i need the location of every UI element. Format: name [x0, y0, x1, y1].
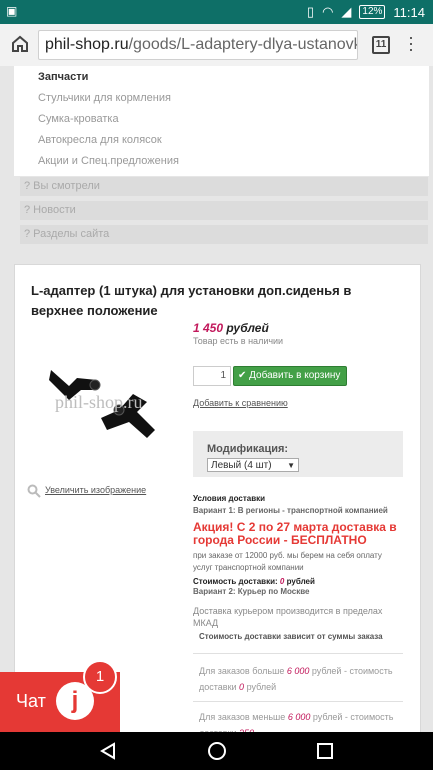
tier1-post: рублей — [246, 682, 277, 692]
modification-box: Модификация: Левый (4 шт) ▼ — [193, 431, 403, 477]
tier1-amount: 6 000 — [286, 666, 310, 676]
tier1-cost: 0 — [239, 682, 245, 692]
magnifier-icon[interactable] — [27, 484, 41, 498]
section-news[interactable]: ? Новости — [20, 201, 428, 220]
notification-icon: ▣ — [6, 4, 18, 18]
menu-item-parts[interactable]: Запчасти — [38, 71, 88, 83]
url-bar[interactable]: phil-shop.ru/goods/L-adaptery-dlya-ustan… — [38, 30, 358, 60]
tab-switcher-button[interactable]: 11 — [372, 36, 390, 54]
delivery-tier-over: Для заказов больше 6 000 рублей - стоимо… — [199, 663, 403, 695]
chat-label: Чат — [16, 691, 46, 711]
product-price: 1 450 рублей — [193, 321, 269, 335]
zoom-image-link[interactable]: Увеличить изображение — [45, 485, 146, 495]
status-bar: ▣ ▯ ◠ ◢ 12% 11:14 — [0, 0, 433, 24]
battery-level: 12% — [359, 5, 386, 19]
clock: 11:14 — [393, 4, 425, 20]
tier2-pre: Для заказов меньше — [199, 712, 286, 722]
back-icon[interactable] — [99, 742, 117, 760]
product-card: L-адаптер (1 штука) для установки доп.си… — [14, 264, 421, 732]
cost-depends-note: Стоимость доставки зависит от суммы зака… — [199, 632, 383, 641]
url-host: phil-shop.ru — [45, 36, 129, 53]
modification-select[interactable]: Левый (4 шт) ▼ — [207, 458, 299, 472]
menu-item-highchairs[interactable]: Стульчики для кормления — [38, 92, 171, 104]
price-value: 1 450 — [193, 321, 224, 335]
divider — [193, 653, 403, 654]
home-icon[interactable] — [10, 34, 30, 54]
delivery-cost-label: Стоимость доставки: — [193, 577, 278, 586]
dropdown-arrow-icon: ▼ — [287, 461, 295, 470]
delivery-heading: Условия доставки — [193, 494, 266, 503]
price-currency: рублей — [226, 321, 269, 335]
overflow-menu-icon[interactable]: · · · — [408, 28, 414, 58]
section-viewed[interactable]: ? Вы смотрели — [20, 177, 428, 196]
system-nav-bar — [0, 732, 433, 770]
delivery-cost-currency: рублей — [286, 577, 315, 586]
modification-value: Левый (4 шт) — [211, 460, 272, 471]
url-path: /goods/L-adaptery-dlya-ustanovki- — [128, 36, 358, 53]
promo-note: при заказе от 12000 руб. мы берем на себ… — [193, 551, 382, 572]
product-title: L-адаптер (1 штука) для установки доп.си… — [31, 283, 352, 318]
menu-item-carrycot[interactable]: Сумка-кроватка — [38, 113, 119, 125]
menu-item-car-seats[interactable]: Автокресла для колясок — [38, 134, 162, 146]
recents-icon[interactable] — [316, 742, 334, 760]
delivery-tier-under: Для заказов меньше 6 000 рублей - стоимо… — [199, 709, 403, 732]
tier2-amount: 6 000 — [287, 712, 311, 722]
home-circle-icon[interactable] — [207, 741, 227, 761]
delivery-cost-value: 0 — [279, 577, 285, 586]
delivery-variant1: Вариант 1: В регионы - транспортной комп… — [193, 506, 388, 515]
add-to-compare-link[interactable]: Добавить к сравнению — [193, 398, 288, 408]
promo-text: Акция! С 2 по 27 марта доставка в города… — [193, 520, 397, 547]
divider — [193, 701, 403, 702]
delivery-variant2: Вариант 2: Курьер по Москве — [193, 587, 310, 596]
vibrate-icon: ▯ — [306, 4, 315, 19]
quantity-input[interactable]: 1 — [193, 366, 231, 386]
watermark-text: phil-shop.ru — [55, 392, 143, 412]
menu-item-promotions[interactable]: Акции и Спец.предложения — [38, 155, 179, 167]
section-site-sections[interactable]: ? Разделы сайта — [20, 225, 428, 244]
wifi-icon: ◠ — [322, 4, 334, 19]
add-to-cart-label: Добавить в корзину — [249, 370, 341, 381]
stock-status: Товар есть в наличии — [193, 336, 284, 346]
chat-unread-badge: 1 — [83, 660, 117, 694]
tier1-pre: Для заказов больше — [199, 666, 285, 676]
checkmark-icon: ✔ — [238, 370, 247, 381]
signal-icon: ◢ — [341, 4, 352, 19]
browser-toolbar: phil-shop.ru/goods/L-adaptery-dlya-ustan… — [0, 24, 433, 67]
add-to-cart-button[interactable]: ✔ Добавить в корзину — [233, 366, 347, 386]
web-page: Запчасти Стульчики для кормления Сумка-к… — [0, 66, 433, 732]
courier-note: Доставка курьером производится в предела… — [193, 606, 383, 628]
modification-label: Модификация: — [207, 443, 289, 455]
